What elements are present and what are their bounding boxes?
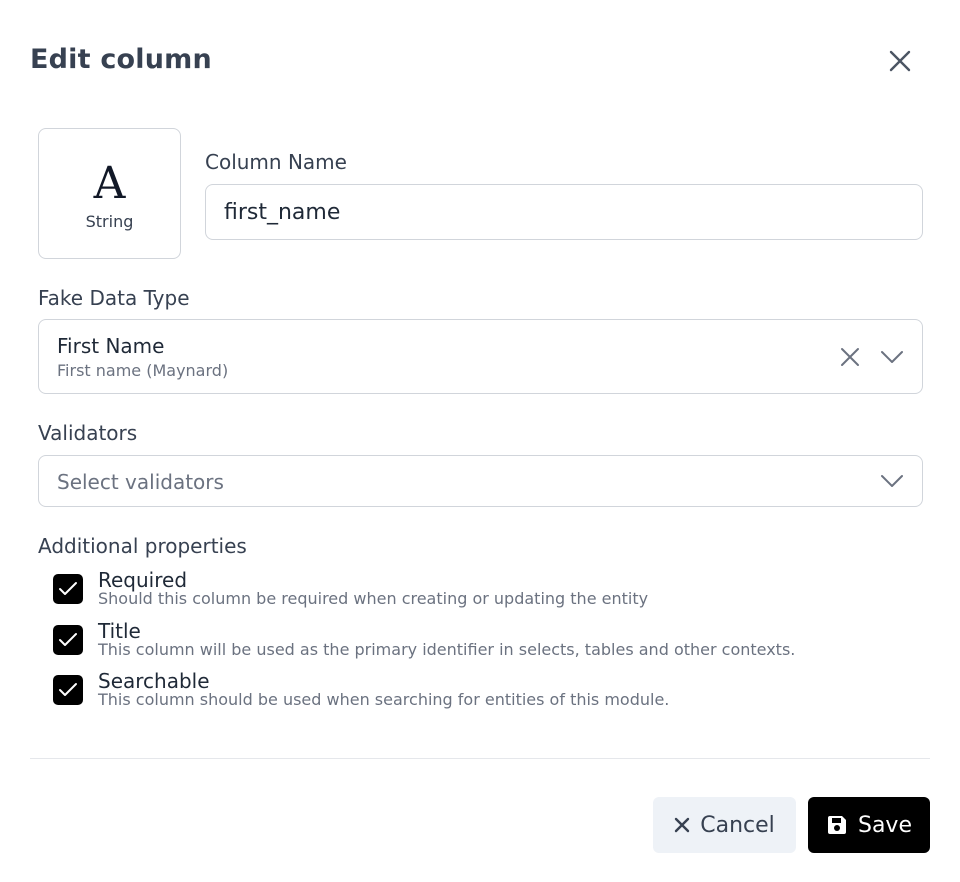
fake-data-type-hint: First name (Maynard) (57, 361, 229, 380)
title-description: This column will be used as the primary … (98, 640, 796, 659)
validators-label: Validators (38, 421, 138, 445)
checkmark-icon (59, 582, 77, 595)
fake-data-type-dropdown-toggle[interactable] (877, 344, 907, 370)
validators-dropdown-toggle[interactable] (877, 468, 907, 494)
clear-icon (841, 348, 859, 366)
close-button[interactable] (885, 46, 915, 76)
save-button[interactable]: Save (808, 797, 930, 853)
chevron-down-icon (881, 351, 903, 363)
validators-select[interactable]: Select validators (38, 455, 923, 507)
cancel-button[interactable]: Cancel (653, 797, 796, 853)
column-name-label: Column Name (205, 150, 347, 174)
required-checkbox[interactable] (53, 574, 83, 604)
save-icon (827, 816, 846, 834)
close-icon (889, 50, 911, 72)
checkmark-icon (59, 633, 77, 646)
string-type-icon: A (93, 158, 126, 209)
footer-divider (30, 758, 930, 759)
searchable-option: Searchable This column should be used wh… (53, 669, 913, 713)
title-checkbox[interactable] (53, 625, 83, 655)
searchable-description: This column should be used when searchin… (98, 690, 670, 709)
dialog-header: Edit column (30, 40, 930, 84)
searchable-checkbox[interactable] (53, 675, 83, 705)
close-icon (675, 817, 690, 833)
fake-data-type-label: Fake Data Type (38, 286, 190, 310)
dialog-title: Edit column (30, 44, 212, 75)
required-option: Required Should this column be required … (53, 568, 913, 612)
edit-column-dialog: Edit column A String Column Name Fake Da… (0, 0, 960, 882)
chevron-down-icon (881, 475, 903, 487)
fake-data-type-value: First Name (57, 334, 165, 358)
cancel-label: Cancel (700, 812, 775, 838)
checkmark-icon (59, 683, 77, 696)
validators-placeholder: Select validators (57, 470, 224, 494)
additional-properties-label: Additional properties (38, 534, 247, 558)
fake-data-type-select[interactable]: First Name First name (Maynard) (38, 319, 923, 394)
column-type-label: String (85, 212, 134, 231)
save-label: Save (857, 812, 912, 838)
column-type-tile[interactable]: A String (38, 128, 181, 259)
required-description: Should this column be required when crea… (98, 589, 649, 608)
column-name-input[interactable] (205, 184, 923, 240)
title-option: Title This column will be used as the pr… (53, 619, 913, 663)
clear-selection-button[interactable] (837, 344, 863, 370)
